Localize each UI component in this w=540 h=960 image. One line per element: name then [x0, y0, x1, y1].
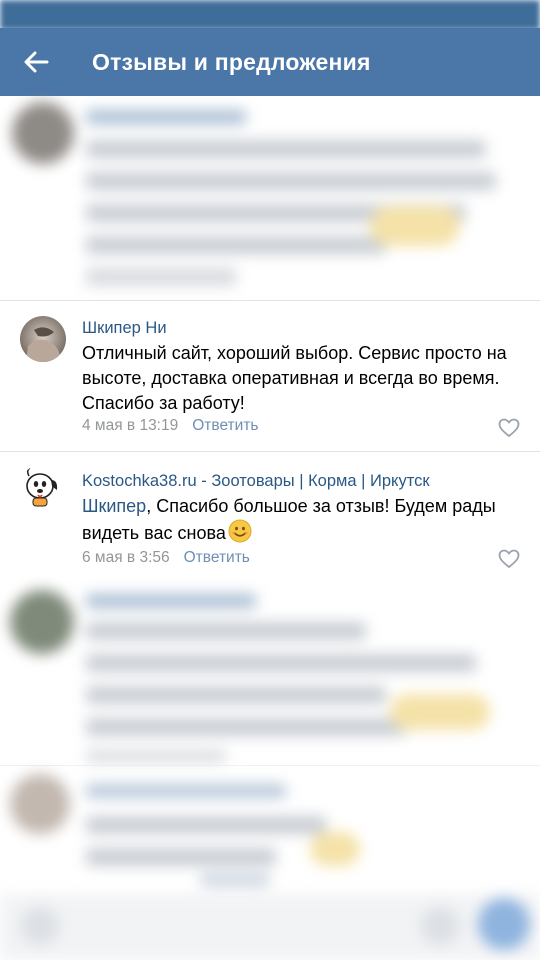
page-title: Отзывы и предложения: [92, 48, 371, 75]
arrow-left-icon: [24, 51, 49, 73]
smile-emoji-icon: [228, 519, 252, 543]
blurred-comment-top: [0, 96, 540, 300]
status-bar: [0, 0, 540, 30]
reply-button[interactable]: Ответить: [192, 417, 258, 434]
blurred-comment-bottom-1: [0, 582, 540, 762]
avatar[interactable]: [20, 316, 66, 362]
back-button[interactable]: [0, 28, 72, 96]
app-bar: Отзывы и предложения: [0, 28, 540, 96]
comment-author[interactable]: Kostochka38.ru - Зоотовары | Корма | Ирк…: [82, 472, 430, 491]
reply-button[interactable]: Ответить: [184, 549, 250, 566]
comment-meta: 6 мая в 3:56 Ответить: [82, 549, 250, 567]
reply-mention[interactable]: Шкипер: [82, 496, 146, 516]
avatar[interactable]: [20, 464, 66, 510]
blurred-comment-bottom-2: [0, 766, 540, 960]
comment-text: Отличный сайт, хороший выбор. Сервис про…: [82, 343, 507, 413]
heart-icon[interactable]: [498, 418, 520, 438]
comment-item: Шкипер Ни Отличный сайт, хороший выбор. …: [0, 301, 540, 451]
dog-logo-icon: [26, 467, 58, 507]
avatar-photo: [20, 316, 66, 362]
comment-meta: 4 мая в 13:19 Ответить: [82, 417, 259, 435]
comment-item: Kostochka38.ru - Зоотовары | Корма | Ирк…: [0, 452, 540, 582]
comment-author[interactable]: Шкипер Ни: [82, 319, 167, 338]
heart-icon[interactable]: [498, 549, 520, 569]
comment-text: Шкипер, Спасибо большое за отзыв! Будем …: [82, 494, 522, 546]
comment-date: 6 мая в 3:56: [82, 549, 170, 566]
comment-date: 4 мая в 13:19: [82, 417, 179, 434]
